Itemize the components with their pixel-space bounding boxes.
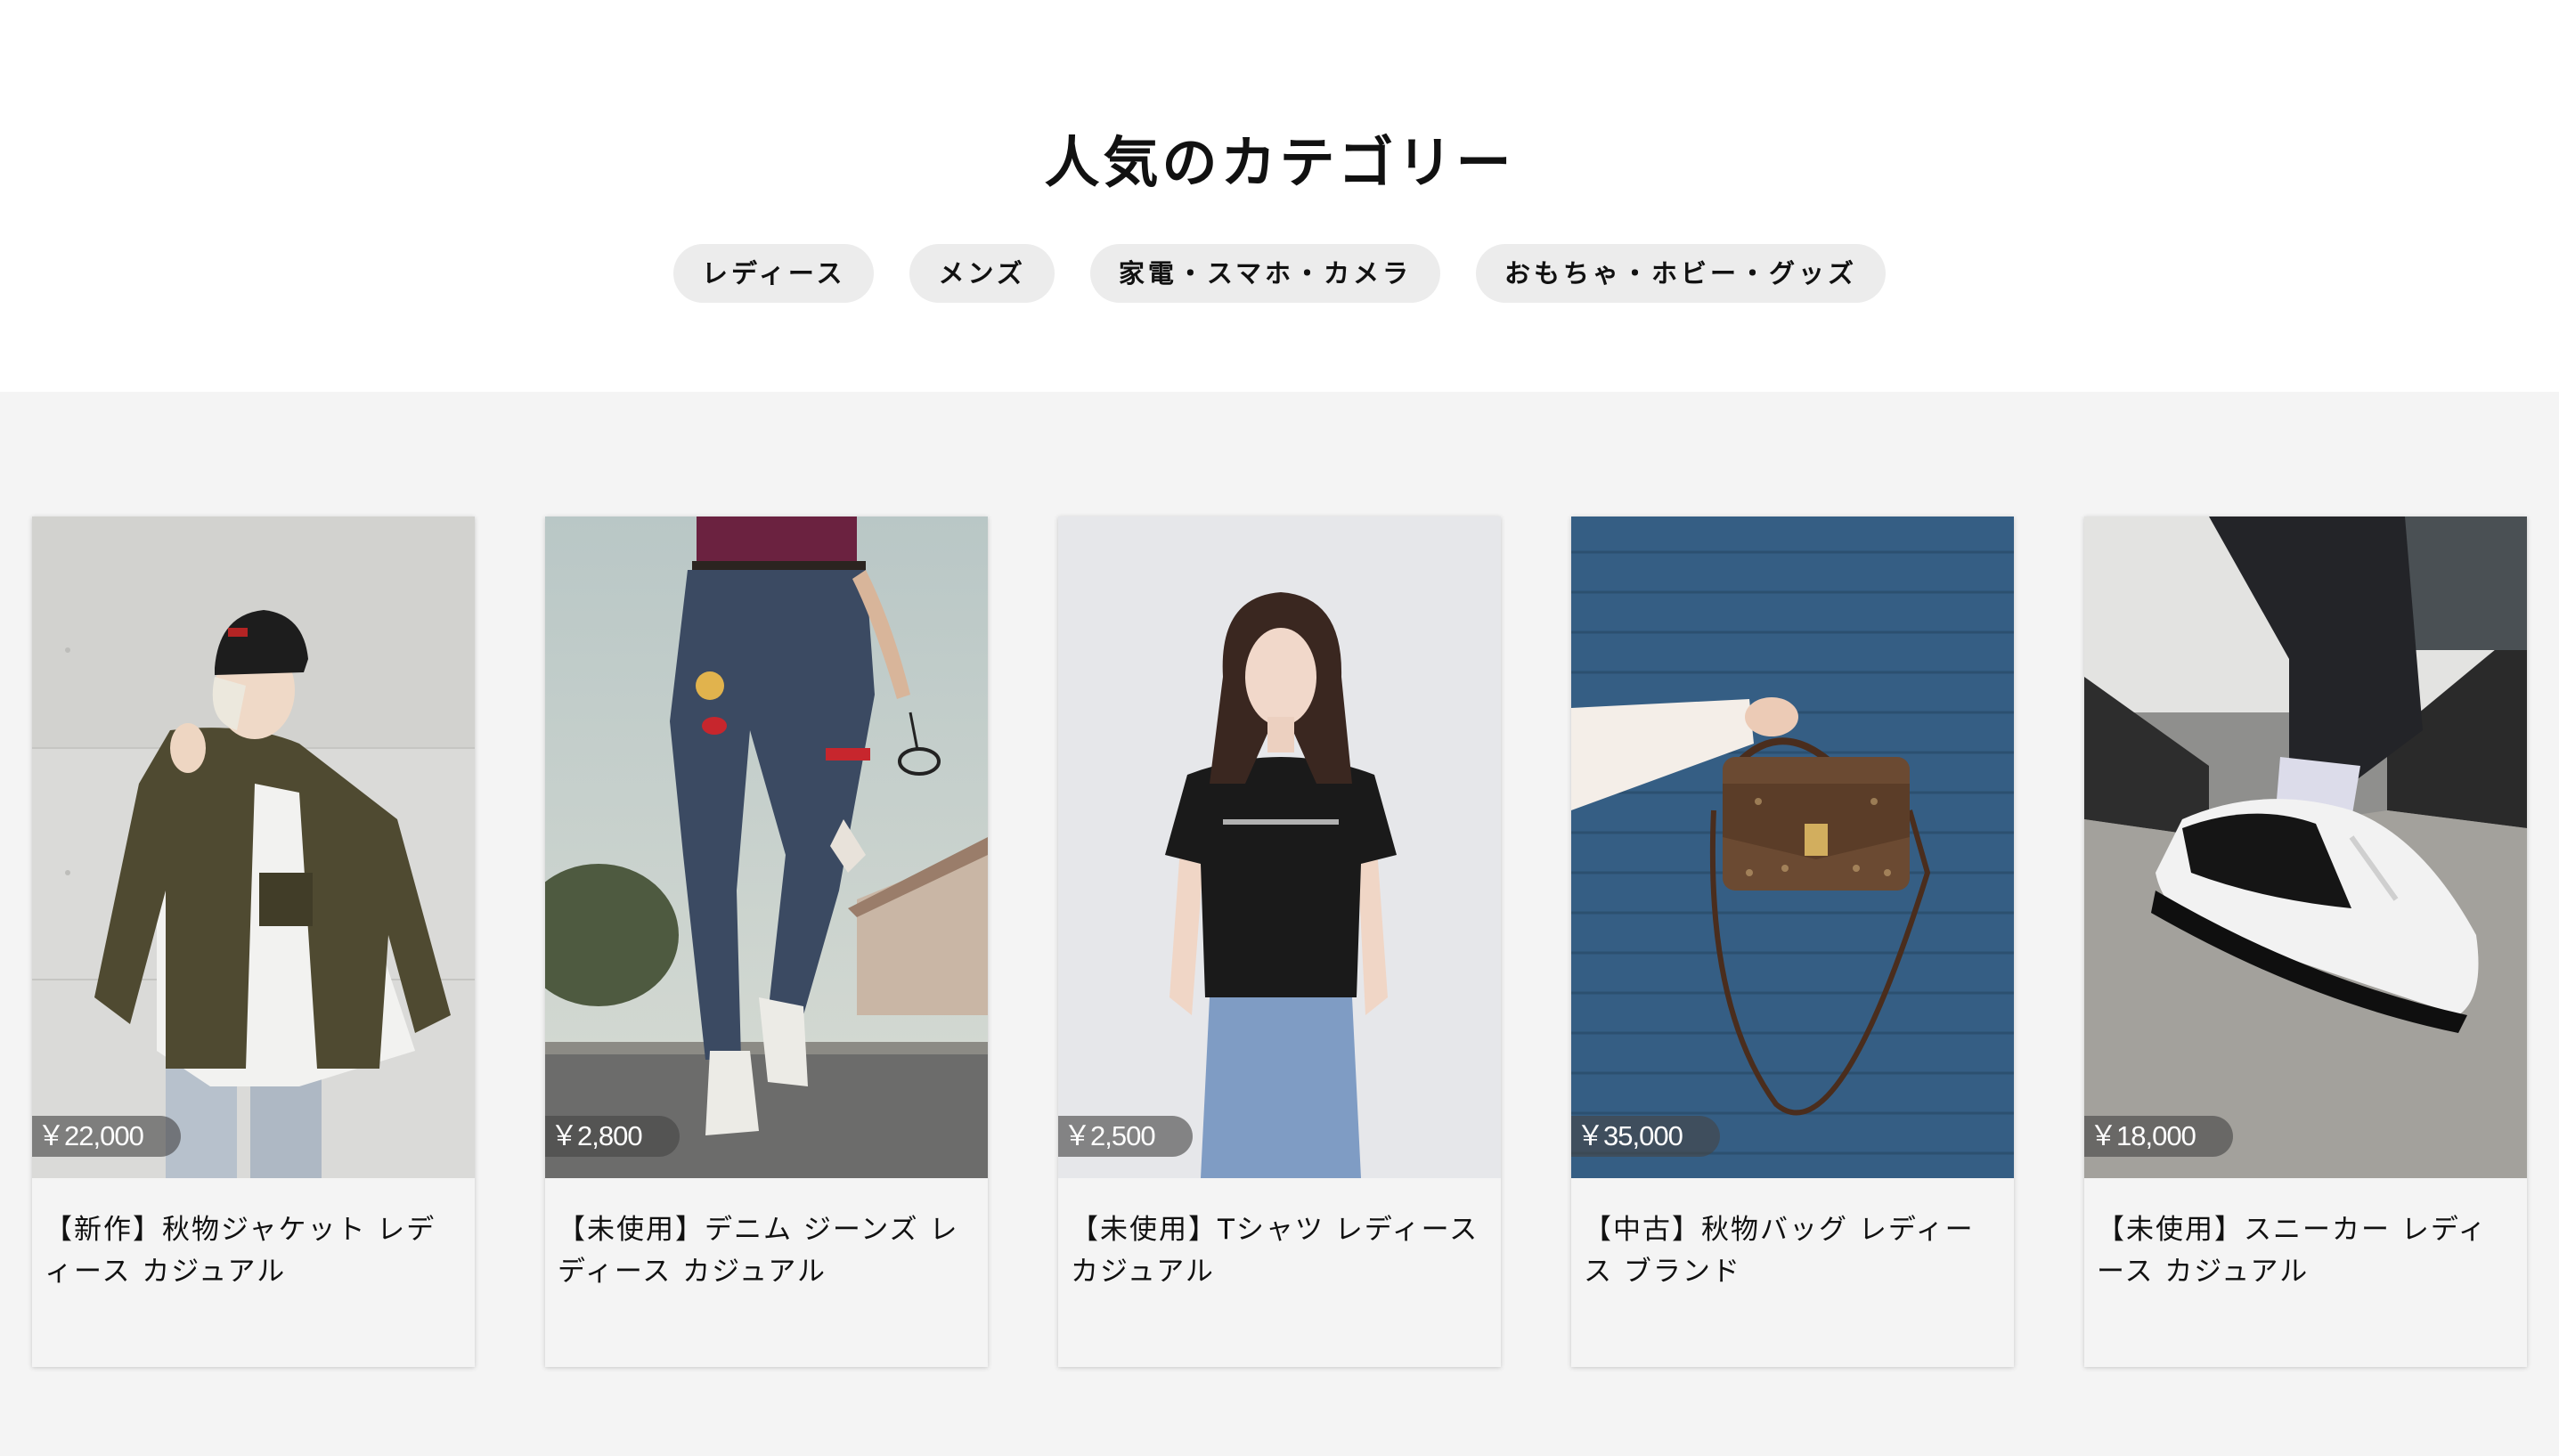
category-chip-ladies[interactable]: レディース [672, 244, 875, 303]
price-badge: ￥18,000 [2084, 1116, 2233, 1157]
price-badge: ￥2,800 [545, 1116, 680, 1157]
product-card[interactable]: ￥2,500 【未使用】Tシャツ レディース カジュアル [1058, 517, 1501, 1367]
product-card[interactable]: ￥18,000 【未使用】スニーカー レディース カジュアル [2084, 517, 2527, 1367]
product-image-bag[interactable]: ￥35,000 [1571, 517, 2014, 1178]
product-grid: ￥22,000 【新作】秋物ジャケット レディース カジュアル ￥2,800 【… [0, 392, 2559, 1456]
product-card[interactable]: ￥35,000 【中古】秋物バッグ レディース ブランド [1571, 517, 2014, 1367]
product-title[interactable]: 【中古】秋物バッグ レディース ブランド [1584, 1209, 2002, 1293]
category-chips: レディース メンズ 家電・スマホ・カメラ おもちゃ・ホビー・グッズ [0, 244, 2559, 303]
price-badge: ￥22,000 [32, 1116, 181, 1157]
price-badge: ￥35,000 [1571, 1116, 1720, 1157]
category-chip-mens[interactable]: メンズ [909, 244, 1055, 303]
section-title: 人気のカテゴリー [1044, 130, 1515, 195]
header-section: 人気のカテゴリー レディース メンズ 家電・スマホ・カメラ おもちゃ・ホビー・グ… [0, 0, 2559, 392]
product-image-jacket[interactable]: ￥22,000 [32, 517, 475, 1178]
product-title[interactable]: 【未使用】スニーカー レディース カジュアル [2097, 1209, 2515, 1293]
product-title[interactable]: 【未使用】デニム ジーンズ レディース カジュアル [558, 1209, 976, 1293]
price-badge: ￥2,500 [1058, 1116, 1193, 1157]
product-image-tshirt[interactable]: ￥2,500 [1058, 517, 1501, 1178]
product-image-sneaker[interactable]: ￥18,000 [2084, 517, 2527, 1178]
category-chip-electronics[interactable]: 家電・スマホ・カメラ [1089, 244, 1441, 303]
product-title[interactable]: 【新作】秋物ジャケット レディース カジュアル [45, 1209, 463, 1293]
product-image-jeans[interactable]: ￥2,800 [545, 517, 988, 1178]
product-card[interactable]: ￥22,000 【新作】秋物ジャケット レディース カジュアル [32, 517, 475, 1367]
category-chip-toys-hobby[interactable]: おもちゃ・ホビー・グッズ [1476, 244, 1887, 303]
product-title[interactable]: 【未使用】Tシャツ レディース カジュアル [1071, 1209, 1489, 1293]
product-card[interactable]: ￥2,800 【未使用】デニム ジーンズ レディース カジュアル [545, 517, 988, 1367]
